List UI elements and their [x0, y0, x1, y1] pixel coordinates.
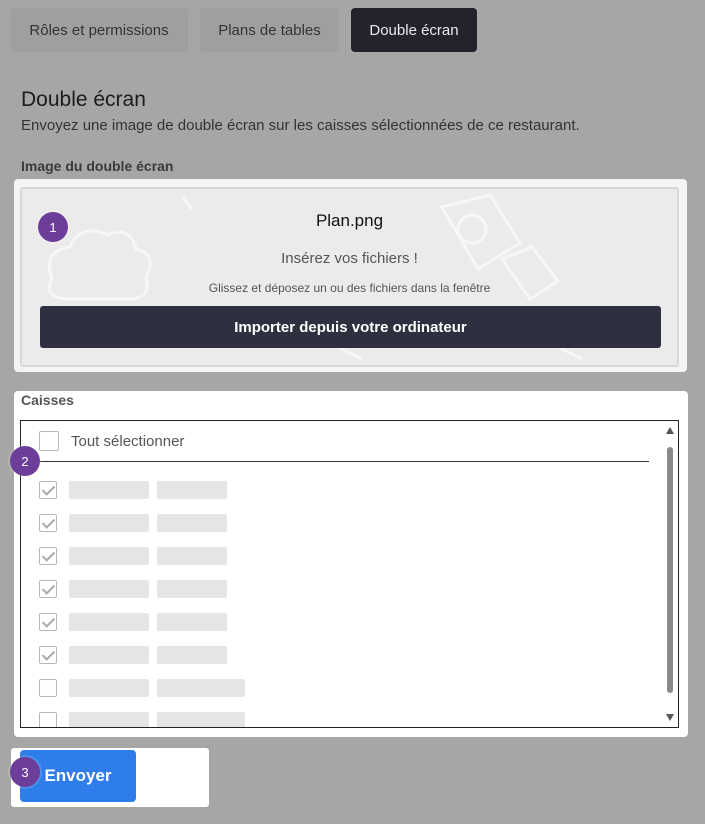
- step-badge-2: 2: [10, 446, 40, 476]
- drop-zone-hint: Glissez et déposez un ou des fichiers da…: [208, 281, 491, 295]
- caisses-list[interactable]: Tout sélectionner: [20, 420, 679, 728]
- caisse-row[interactable]: [39, 544, 235, 568]
- caisse-row[interactable]: [39, 709, 253, 727]
- redacted-caisse-name: [69, 679, 253, 697]
- scroll-down-arrow-icon[interactable]: [666, 714, 674, 721]
- caisse-checkbox[interactable]: [39, 547, 57, 565]
- select-all-row[interactable]: Tout sélectionner: [39, 429, 184, 453]
- redacted-caisse-name: [69, 547, 235, 565]
- select-all-checkbox[interactable]: [39, 431, 59, 451]
- caisses-label: Caisses: [21, 392, 74, 408]
- caisse-checkbox[interactable]: [39, 481, 57, 499]
- list-divider: [21, 461, 649, 462]
- step-badge-1: 1: [38, 212, 68, 242]
- tab-roles-permissions[interactable]: Rôles et permissions: [10, 8, 188, 52]
- redacted-caisse-name: [69, 712, 253, 727]
- redacted-caisse-name: [69, 613, 235, 631]
- scroll-thumb[interactable]: [667, 447, 673, 693]
- caisse-checkbox[interactable]: [39, 514, 57, 532]
- image-section-label: Image du double écran: [21, 158, 174, 174]
- list-scrollbar[interactable]: [664, 423, 676, 725]
- redacted-caisse-name: [69, 580, 235, 598]
- tab-bar: Rôles et permissions Plans de tables Dou…: [10, 8, 489, 52]
- file-drop-zone[interactable]: Plan.png Insérez vos fichiers ! Glissez …: [20, 187, 679, 367]
- redacted-caisse-name: [69, 481, 235, 499]
- caisse-row[interactable]: [39, 676, 253, 700]
- uploaded-file-name: Plan.png: [315, 211, 384, 230]
- caisse-checkbox[interactable]: [39, 646, 57, 664]
- tab-double-ecran[interactable]: Double écran: [351, 8, 477, 52]
- caisse-checkbox[interactable]: [39, 712, 57, 727]
- caisse-row[interactable]: [39, 643, 235, 667]
- caisse-checkbox[interactable]: [39, 679, 57, 697]
- import-from-computer-button[interactable]: Importer depuis votre ordinateur: [40, 306, 661, 348]
- caisse-row[interactable]: [39, 478, 235, 502]
- select-all-label: Tout sélectionner: [71, 432, 185, 450]
- page-subtitle: Envoyez une image de double écran sur le…: [21, 117, 580, 134]
- caisse-row[interactable]: [39, 577, 235, 601]
- caisse-row[interactable]: [39, 610, 235, 634]
- caisse-checkbox[interactable]: [39, 613, 57, 631]
- redacted-caisse-name: [69, 646, 235, 664]
- scroll-up-arrow-icon[interactable]: [666, 427, 674, 434]
- caisse-checkbox[interactable]: [39, 580, 57, 598]
- drop-zone-title: Insérez vos fichiers !: [281, 250, 418, 267]
- caisse-row[interactable]: [39, 511, 235, 535]
- page-title: Double écran: [21, 88, 146, 111]
- step-badge-3: 3: [10, 757, 40, 787]
- tab-plans-de-tables[interactable]: Plans de tables: [200, 8, 339, 52]
- redacted-caisse-name: [69, 514, 235, 532]
